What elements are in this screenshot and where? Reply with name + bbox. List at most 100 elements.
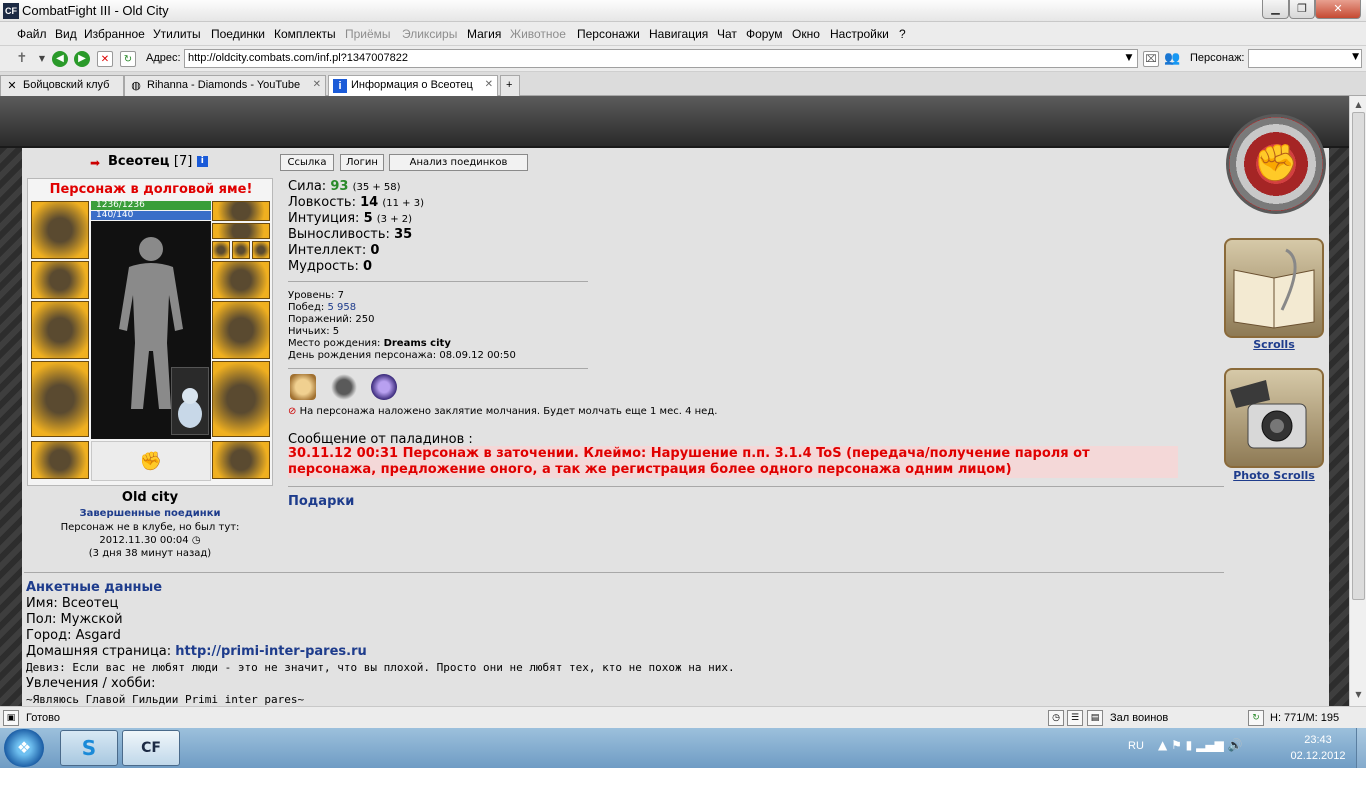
ring-slot-3[interactable] — [252, 241, 270, 259]
clock-icon[interactable]: ◷ — [1048, 710, 1064, 726]
scroll-thumb[interactable] — [1352, 112, 1365, 600]
scroll-down-icon[interactable]: ▼ — [1352, 688, 1365, 702]
menu-item-15[interactable]: Настройки — [830, 27, 889, 41]
character-select[interactable]: ▼ — [1248, 49, 1362, 68]
gloves-slot[interactable] — [212, 261, 270, 299]
new-tab-button[interactable]: + — [500, 75, 520, 96]
clock-time[interactable]: 23:43 — [1290, 734, 1346, 746]
wins-value[interactable]: 5 958 — [327, 302, 356, 313]
magic-effect-icon[interactable] — [371, 374, 397, 400]
action-center-icon[interactable]: ⚑ — [1171, 738, 1182, 752]
signal-icon[interactable]: ▂▄▆ — [1196, 738, 1224, 752]
forward-icon[interactable]: ▶ — [74, 51, 90, 67]
window-title: CombatFight III - Old City — [22, 3, 169, 18]
shield-slot[interactable] — [212, 301, 270, 359]
clear-icon[interactable]: ⌧ — [1143, 51, 1159, 67]
close-tab-icon[interactable]: ✕ — [313, 79, 321, 90]
vertical-scrollbar[interactable]: ▲ ▼ — [1349, 96, 1366, 706]
menu-item-0[interactable]: Файл — [17, 27, 47, 41]
clock-date[interactable]: 02.12.2012 — [1282, 750, 1354, 762]
back-icon[interactable]: ◀ — [52, 51, 68, 67]
info-icon[interactable]: i — [196, 156, 208, 167]
ring-slot-2[interactable] — [232, 241, 250, 259]
info-icon: i — [333, 79, 347, 93]
skype-task-button[interactable]: S — [60, 730, 118, 766]
volume-icon[interactable]: 🔊 — [1228, 738, 1243, 752]
weapon-slot[interactable] — [31, 301, 89, 359]
fight-analysis-button[interactable]: Анализ поединков — [389, 154, 528, 171]
menu-item-11[interactable]: Навигация — [649, 27, 708, 41]
pin-icon[interactable]: ✝ — [14, 51, 30, 67]
menu-item-12[interactable]: Чат — [717, 27, 737, 41]
bracers-slot[interactable] — [31, 261, 89, 299]
menu-item-16[interactable]: ? — [899, 27, 906, 41]
menu-item-5[interactable]: Комплекты — [274, 27, 336, 41]
address-dropdown-icon[interactable]: ▼ — [1122, 50, 1136, 67]
scrolls-book-icon[interactable] — [1224, 238, 1324, 338]
belt-slot[interactable] — [31, 441, 89, 479]
close-button[interactable]: ✕ — [1315, 0, 1361, 19]
arrow-right-icon: ➡ — [90, 156, 101, 170]
stat-value: 0 — [363, 259, 373, 274]
badge-icon[interactable] — [290, 374, 316, 400]
pet-slot[interactable] — [171, 367, 209, 435]
gifts-heading[interactable]: Подарки — [288, 494, 354, 509]
link-button[interactable]: Ссылка — [280, 154, 334, 171]
menu-item-7[interactable]: Эликсиры — [402, 27, 457, 41]
menu-item-13[interactable]: Форум — [746, 27, 782, 41]
homepage-link[interactable]: http://primi-inter-pares.ru — [175, 644, 366, 659]
clan-emblem-icon[interactable] — [331, 374, 357, 400]
profile-homepage: Домашняя страница: http://primi-inter-pa… — [26, 644, 367, 659]
tab-info[interactable]: i Информация о Всеотец ✕ — [328, 75, 498, 96]
scrolls-link[interactable]: Scrolls — [1224, 338, 1324, 351]
tab-label: Rihanna - Diamonds - YouTube — [147, 79, 301, 91]
boots-slot[interactable] — [212, 441, 270, 479]
screenshot-icon[interactable]: ▤ — [1087, 710, 1103, 726]
page-icon: ▣ — [3, 710, 19, 726]
stop-icon[interactable]: ✕ — [97, 51, 113, 67]
helmet-slot[interactable] — [31, 201, 89, 259]
legs-slot[interactable] — [212, 361, 270, 437]
menu-item-8[interactable]: Магия — [467, 27, 501, 41]
users-icon[interactable]: 👥 — [1164, 51, 1180, 67]
amulet-slot[interactable] — [212, 223, 270, 239]
menu-item-9[interactable]: Животное — [510, 27, 566, 41]
address-input[interactable]: http://oldcity.combats.com/inf.pl?134700… — [184, 49, 1138, 68]
tab-label: Бойцовский клуб — [23, 79, 110, 91]
character-name: Всеотец — [108, 154, 170, 169]
login-button[interactable]: Логин — [340, 154, 384, 171]
tab-youtube[interactable]: ◍ Rihanna - Diamonds - YouTube ✕ — [124, 75, 326, 96]
photo-scrolls-link[interactable]: Photo Scrolls — [1224, 469, 1324, 482]
tray-expand-icon[interactable]: ▲ — [1158, 738, 1167, 752]
photo-scrolls-icon[interactable] — [1224, 368, 1324, 468]
battery-icon[interactable]: ▮ — [1186, 738, 1193, 752]
show-desktop-button[interactable] — [1356, 728, 1366, 768]
fist-emblem-icon[interactable]: ✊ — [1226, 114, 1326, 214]
minimize-button[interactable]: ▁ — [1262, 0, 1289, 19]
menu-item-4[interactable]: Поединки — [211, 27, 265, 41]
combatfight-task-button[interactable]: CF — [122, 730, 180, 766]
dropdown-arrow-icon[interactable]: ▼ — [34, 51, 50, 67]
info-level: Уровень: 7 — [288, 290, 344, 301]
refresh-icon[interactable]: ↻ — [1248, 710, 1264, 726]
divider — [24, 572, 1224, 573]
menu-item-10[interactable]: Персонажи — [577, 27, 640, 41]
start-button[interactable]: ❖ — [4, 729, 44, 767]
close-tab-icon[interactable]: ✕ — [485, 79, 493, 90]
earrings-slot[interactable] — [212, 201, 270, 221]
language-indicator[interactable]: RU — [1128, 740, 1144, 752]
menu-item-14[interactable]: Окно — [792, 27, 820, 41]
menu-item-6[interactable]: Приёмы — [345, 27, 391, 41]
tab-club[interactable]: ✕ Бойцовский клуб — [0, 75, 124, 96]
scroll-up-icon[interactable]: ▲ — [1352, 98, 1365, 112]
menu-item-2[interactable]: Избранное — [84, 27, 145, 41]
ring-slot-1[interactable] — [212, 241, 230, 259]
address-label: Адрес: — [146, 52, 181, 64]
armor-slot[interactable] — [31, 361, 89, 437]
menu-item-1[interactable]: Вид — [55, 27, 77, 41]
maximize-button[interactable]: ❐ — [1289, 0, 1315, 19]
log-icon[interactable]: ☰ — [1067, 710, 1083, 726]
menu-item-3[interactable]: Утилиты — [153, 27, 201, 41]
finished-fights-link[interactable]: Завершенные поединки — [27, 508, 273, 519]
refresh-icon[interactable]: ↻ — [120, 51, 136, 67]
